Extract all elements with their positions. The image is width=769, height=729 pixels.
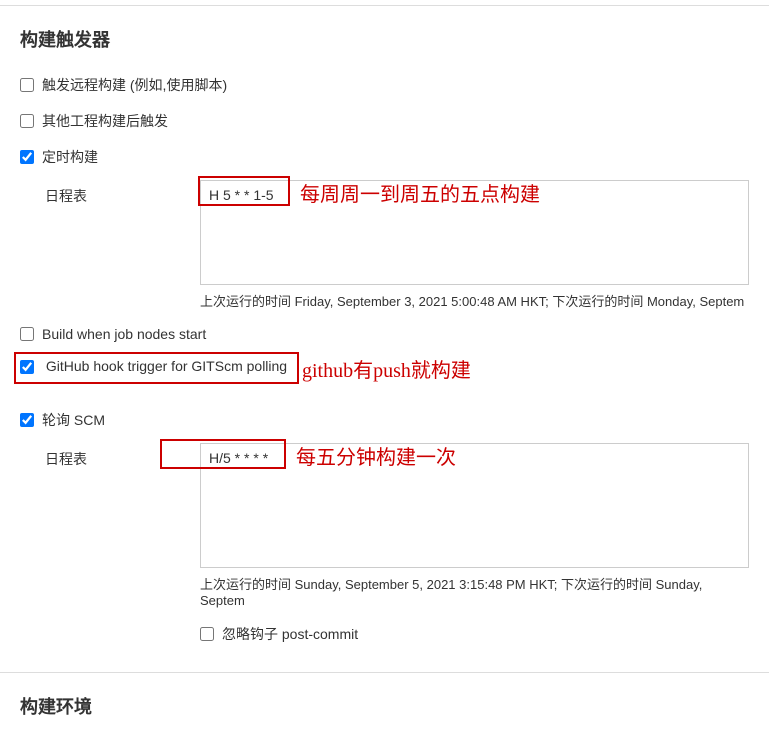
ignore-hooks-label: 忽略钩子 post-commit [222, 624, 358, 644]
trigger-after-other-checkbox[interactable] [20, 114, 34, 128]
ignore-hooks-checkbox[interactable] [200, 627, 214, 641]
trigger-poll-scm-checkbox[interactable] [20, 413, 34, 427]
scm-schedule-textarea[interactable] [200, 443, 749, 568]
annotation-text: 每五分钟构建一次 [296, 441, 456, 470]
top-divider [0, 5, 769, 6]
trigger-remote-checkbox[interactable] [20, 78, 34, 92]
scm-schedule-label: 日程表 [45, 443, 200, 469]
timed-status-text: 上次运行的时间 Friday, September 3, 2021 5:00:4… [200, 288, 749, 318]
trigger-github-hook-row: GitHub hook trigger for GITScm polling g… [20, 350, 749, 382]
trigger-after-other-row: 其他工程构建后触发 [20, 103, 749, 139]
trigger-github-hook-checkbox[interactable] [20, 360, 34, 374]
trigger-timed-label: 定时构建 [42, 147, 98, 167]
trigger-poll-scm-row: 轮询 SCM [20, 402, 749, 438]
trigger-timed-row: 定时构建 [20, 139, 749, 175]
build-triggers-header: 构建触发器 [0, 11, 769, 62]
trigger-timed-checkbox[interactable] [20, 150, 34, 164]
ignore-hooks-row: 忽略钩子 post-commit [200, 616, 749, 652]
trigger-after-other-label: 其他工程构建后触发 [42, 111, 168, 131]
timed-schedule-row: 日程表 每周周一到周五的五点构建 [20, 180, 749, 288]
trigger-remote-label: 触发远程构建 (例如,使用脚本) [42, 75, 227, 95]
trigger-remote-row: 触发远程构建 (例如,使用脚本) [20, 67, 749, 103]
trigger-poll-scm-label: 轮询 SCM [42, 410, 105, 430]
annotation-text: github有push就构建 [302, 354, 471, 383]
scm-schedule-row: 日程表 每五分钟构建一次 [20, 443, 749, 571]
timed-schedule-label: 日程表 [45, 180, 200, 206]
scm-status-text: 上次运行的时间 Sunday, September 5, 2021 3:15:4… [200, 571, 749, 616]
bottom-divider [0, 672, 769, 673]
trigger-job-nodes-label: Build when job nodes start [42, 326, 206, 342]
trigger-github-hook-label: GitHub hook trigger for GITScm polling [46, 358, 287, 374]
trigger-job-nodes-row: Build when job nodes start [20, 318, 749, 350]
trigger-job-nodes-checkbox[interactable] [20, 327, 34, 341]
build-env-header: 构建环境 [0, 678, 769, 729]
annotation-text: 每周周一到周五的五点构建 [300, 178, 540, 207]
